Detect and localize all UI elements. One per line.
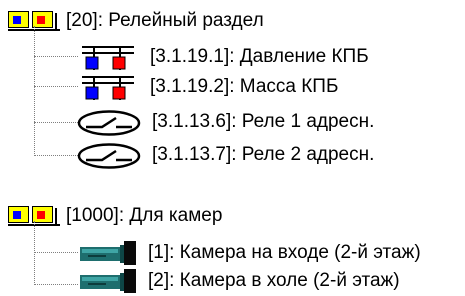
tree-connector bbox=[34, 26, 35, 156]
device-tree: [20]: Релейный раздел [3.1.19.1]: Давлен… bbox=[0, 0, 465, 293]
relay-switch-icon bbox=[76, 142, 142, 170]
tree-node-label: [3.1.19.2]: Масса КПБ bbox=[150, 76, 339, 97]
tree-node-label: [3.1.19.1]: Давление КПБ bbox=[150, 46, 369, 67]
tree-node-label: [1]: Камера на входе (2-й этаж) bbox=[148, 242, 421, 263]
relay-output-icon bbox=[80, 74, 136, 100]
tree-node-camera-1[interactable]: [1]: Камера на входе (2-й этаж) bbox=[80, 238, 421, 268]
tree-connector bbox=[34, 86, 78, 87]
tree-node-label: [2]: Камера в холе (2-й этаж) bbox=[148, 270, 400, 291]
tree-connector bbox=[34, 284, 78, 285]
relay-output-icon bbox=[80, 44, 136, 70]
camera-icon bbox=[80, 269, 138, 293]
tree-connector bbox=[34, 155, 78, 156]
tree-node-label: [20]: Релейный раздел bbox=[66, 10, 264, 31]
tree-node-camera-2[interactable]: [2]: Камера в холе (2-й этаж) bbox=[80, 266, 400, 296]
tree-node-label: [1000]: Для камер bbox=[66, 205, 223, 226]
tree-node-partition-20[interactable]: [20]: Релейный раздел bbox=[8, 6, 264, 36]
tree-node-label: [3.1.13.6]: Реле 1 адресн. bbox=[152, 111, 375, 132]
tree-connector bbox=[34, 122, 78, 123]
tree-node-relay-3-1-13-7[interactable]: [3.1.13.7]: Реле 2 адресн. bbox=[76, 140, 374, 170]
tree-connector bbox=[34, 56, 78, 57]
tree-connector bbox=[34, 252, 78, 253]
tree-node-relay-3-1-19-1[interactable]: [3.1.19.1]: Давление КПБ bbox=[80, 42, 369, 72]
relay-switch-icon bbox=[76, 109, 142, 137]
tree-node-partition-1000[interactable]: [1000]: Для камер bbox=[8, 201, 222, 231]
tree-node-relay-3-1-13-6[interactable]: [3.1.13.6]: Реле 1 адресн. bbox=[76, 107, 374, 137]
tree-node-label: [3.1.13.7]: Реле 2 адресн. bbox=[152, 144, 375, 165]
camera-icon bbox=[80, 241, 138, 265]
tree-node-relay-3-1-19-2[interactable]: [3.1.19.2]: Масса КПБ bbox=[80, 72, 338, 102]
tree-connector bbox=[34, 221, 35, 285]
